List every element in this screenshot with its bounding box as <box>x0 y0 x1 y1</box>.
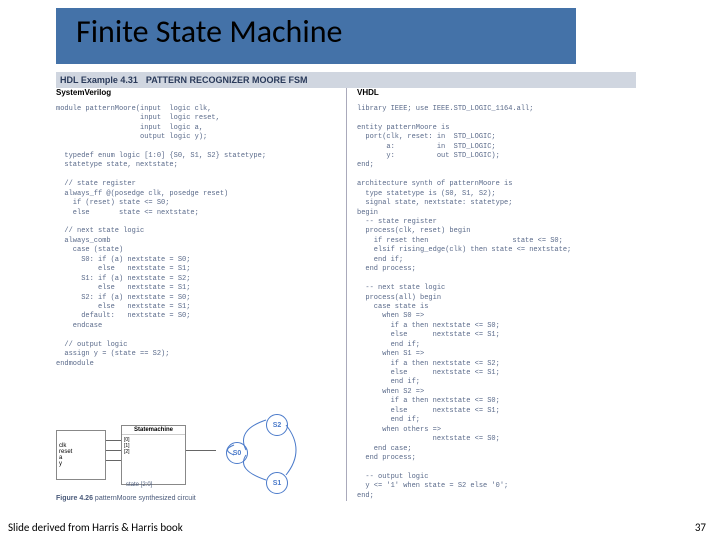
wire <box>106 440 121 441</box>
footer-attribution: Slide derived from Harris & Harris book <box>8 521 183 534</box>
wire <box>106 450 121 451</box>
hdl-example-number: HDL Example 4.31 <box>60 75 138 85</box>
statemachine-block: Statemachine [0] [1] [2] <box>121 425 186 485</box>
state-arcs-icon <box>216 410 316 500</box>
systemverilog-heading: SystemVerilog <box>56 88 336 99</box>
state-bus-label: state [2:0] <box>126 482 152 488</box>
io-ports: clk reset a y <box>59 443 103 467</box>
hdl-example-name: PATTERN RECOGNIZER MOORE FSM <box>146 75 308 85</box>
systemverilog-code: module patternMoore(input logic clk, inp… <box>56 105 336 369</box>
wire <box>106 460 121 461</box>
code-columns: SystemVerilog module patternMoore(input … <box>56 88 636 418</box>
slide-title: Finite State Machine <box>76 12 342 51</box>
figure-number: Figure 4.26 <box>56 495 93 502</box>
systemverilog-column: SystemVerilog module patternMoore(input … <box>56 88 336 369</box>
hdl-example-header: HDL Example 4.31 PATTERN RECOGNIZER MOOR… <box>56 72 636 88</box>
io-block: clk reset a y <box>56 430 106 480</box>
statemachine-ports: [0] [1] [2] <box>122 435 185 457</box>
vhdl-heading: VHDL <box>357 88 636 99</box>
figure-text: patternMoore synthesized circuit <box>95 495 196 502</box>
wire <box>186 450 216 451</box>
statemachine-label: Statemachine <box>122 426 185 435</box>
slide-number: 37 <box>695 521 706 534</box>
figure-caption: Figure 4.26 patternMoore synthesized cir… <box>56 495 196 502</box>
